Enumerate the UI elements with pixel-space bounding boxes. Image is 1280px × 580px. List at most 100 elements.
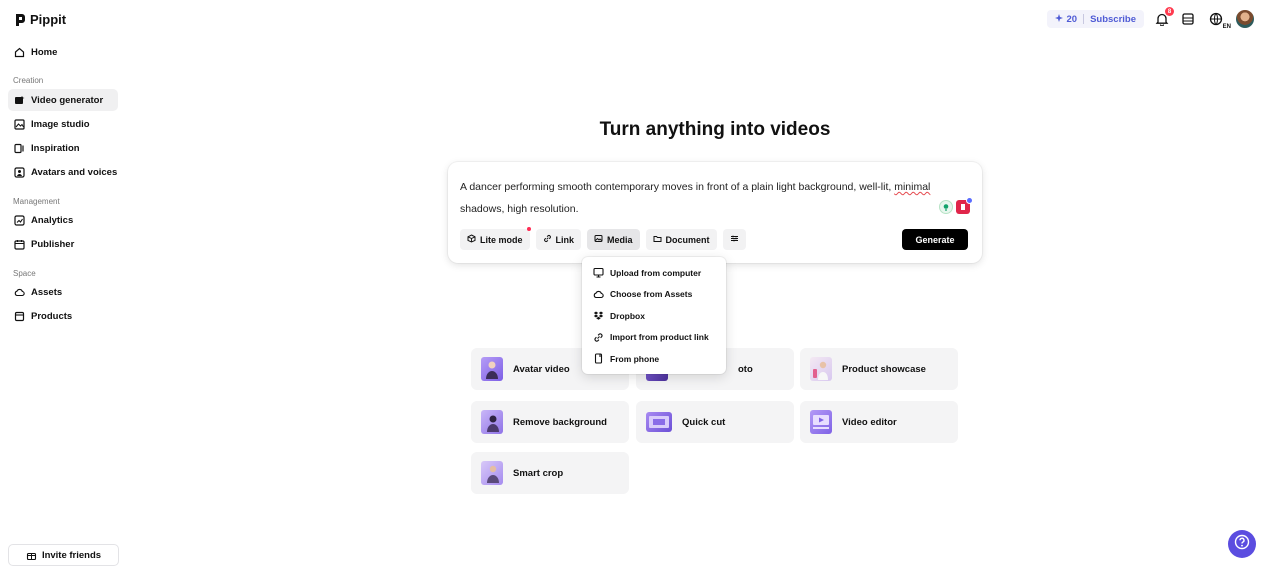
invite-friends-button[interactable]: Invite friends — [8, 544, 119, 566]
phone-icon — [593, 353, 604, 364]
media-icon — [594, 234, 603, 245]
grammar-extension-icon[interactable] — [939, 200, 953, 214]
menu-item-label: From phone — [610, 353, 660, 364]
page-title: Turn anything into videos — [599, 119, 831, 140]
analytics-icon — [14, 214, 25, 226]
new-indicator-dot — [526, 227, 531, 231]
generate-button[interactable]: Generate — [902, 229, 968, 250]
link-icon — [543, 234, 552, 245]
sidebar-item-assets[interactable]: Assets — [8, 281, 118, 303]
sidebar-item-label: Assets — [31, 286, 63, 298]
sidebar-item-avatars-and-voices[interactable]: Avatars and voices — [8, 161, 118, 183]
section-creation: Creation — [13, 76, 44, 85]
prompt-input[interactable]: A dancer performing smooth contemporary … — [460, 176, 965, 220]
bag-icon — [14, 311, 25, 322]
settings-button[interactable] — [722, 229, 746, 250]
prompt-text-misspelled: minimal — [894, 181, 931, 193]
menu-item-choose-from-assets[interactable]: Choose from Assets — [582, 284, 726, 306]
tool-card-remove-background[interactable]: Remove background — [471, 401, 629, 443]
media-dropdown-menu: Upload from computer Choose from Assets … — [582, 257, 726, 374]
sidebar-item-label: Home — [31, 46, 58, 58]
menu-item-upload-from-computer[interactable]: Upload from computer — [582, 262, 726, 284]
inspiration-icon — [14, 143, 25, 154]
dropbox-icon — [593, 310, 604, 321]
cloud-icon — [593, 289, 604, 300]
sliders-icon — [730, 234, 739, 245]
quick-cut-thumbnail — [646, 412, 672, 432]
divider — [1083, 14, 1085, 24]
sidebar-item-label: Video generator — [31, 94, 104, 106]
credits-box[interactable]: 20 Subscribe — [1047, 10, 1144, 28]
credits-count: 20 — [1066, 13, 1078, 25]
video-editor-thumbnail — [810, 410, 832, 434]
product-showcase-thumbnail — [810, 357, 832, 381]
inbox-icon[interactable] — [1180, 11, 1196, 27]
sidebar-item-label: Products — [31, 310, 73, 322]
tool-card-label: Remove background — [513, 416, 607, 428]
menu-item-import-from-product-link[interactable]: Import from product link — [582, 327, 726, 349]
section-management: Management — [13, 197, 60, 206]
media-label: Media — [607, 234, 633, 245]
app-logo[interactable]: Pippit — [14, 12, 66, 27]
sidebar-item-video-generator[interactable]: Video generator — [8, 89, 118, 111]
prompt-text-part1: A dancer performing smooth contemporary … — [460, 181, 895, 193]
help-button[interactable] — [1228, 530, 1256, 558]
document-button[interactable]: Document — [645, 229, 717, 250]
sparkle-icon — [1055, 13, 1064, 25]
section-space: Space — [13, 269, 36, 278]
cloud-icon — [14, 287, 25, 298]
notification-bell-icon[interactable]: 8 — [1154, 7, 1174, 27]
sidebar-item-analytics[interactable]: Analytics — [8, 209, 118, 231]
calendar-icon — [14, 239, 25, 250]
user-avatar[interactable] — [1236, 10, 1254, 28]
tool-card-quick-cut[interactable]: Quick cut — [636, 401, 794, 443]
tool-card-label: Quick cut — [682, 416, 726, 428]
video-generator-icon — [14, 95, 25, 106]
document-label: Document — [665, 234, 710, 245]
tool-card-video-editor[interactable]: Video editor — [800, 401, 958, 443]
extension-icons — [939, 197, 973, 214]
sidebar-item-products[interactable]: Products — [8, 305, 118, 327]
menu-item-label: Choose from Assets — [610, 289, 693, 300]
credits[interactable]: 20 — [1055, 13, 1078, 25]
question-mark-icon — [1234, 534, 1250, 555]
sidebar-item-label: Analytics — [31, 214, 74, 226]
home-icon — [14, 47, 25, 58]
remove-background-thumbnail — [481, 410, 503, 434]
link-label: Link — [555, 234, 575, 245]
sidebar-item-home[interactable]: Home — [8, 41, 118, 63]
notification-badge: 8 — [1165, 7, 1174, 16]
tool-card-label: Smart crop — [513, 467, 564, 479]
lite-mode-label: Lite mode — [480, 234, 523, 245]
subscribe-link[interactable]: Subscribe — [1090, 14, 1136, 25]
link-button[interactable]: Link — [535, 229, 582, 250]
lite-mode-button[interactable]: Lite mode — [460, 227, 531, 250]
sidebar-item-publisher[interactable]: Publisher — [8, 233, 118, 255]
menu-item-label: Dropbox — [610, 310, 645, 321]
folder-icon — [653, 234, 662, 245]
language-code: EN — [1222, 24, 1231, 30]
menu-item-dropbox[interactable]: Dropbox — [582, 305, 726, 327]
app-name: Pippit — [30, 12, 67, 27]
invite-friends-label: Invite friends — [41, 549, 102, 561]
smart-crop-thumbnail — [481, 461, 503, 485]
extension-badge-icon[interactable] — [956, 197, 973, 214]
tool-card-smart-crop[interactable]: Smart crop — [471, 452, 629, 494]
sidebar-item-label: Avatars and voices — [31, 166, 118, 178]
cube-icon — [467, 234, 476, 245]
sidebar-item-label: Publisher — [31, 238, 75, 250]
avatar-icon — [14, 166, 25, 178]
tool-card-product-showcase[interactable]: Product showcase — [800, 348, 958, 390]
menu-item-label: Upload from computer — [610, 267, 702, 278]
prompt-card: A dancer performing smooth contemporary … — [448, 162, 982, 263]
tool-card-label: Product showcase — [842, 363, 926, 375]
gift-icon — [26, 550, 37, 561]
sidebar: Pippit Home Creation Video generator Ima… — [0, 0, 128, 580]
pippit-logo-icon — [14, 13, 26, 27]
language-globe-icon[interactable]: EN — [1206, 11, 1231, 30]
menu-item-from-phone[interactable]: From phone — [582, 348, 726, 370]
menu-item-label: Import from product link — [610, 332, 709, 343]
prompt-toolbar: Lite mode Link Media Document — [460, 227, 746, 250]
media-button[interactable]: Media — [587, 229, 640, 250]
extension-dot — [966, 197, 973, 204]
